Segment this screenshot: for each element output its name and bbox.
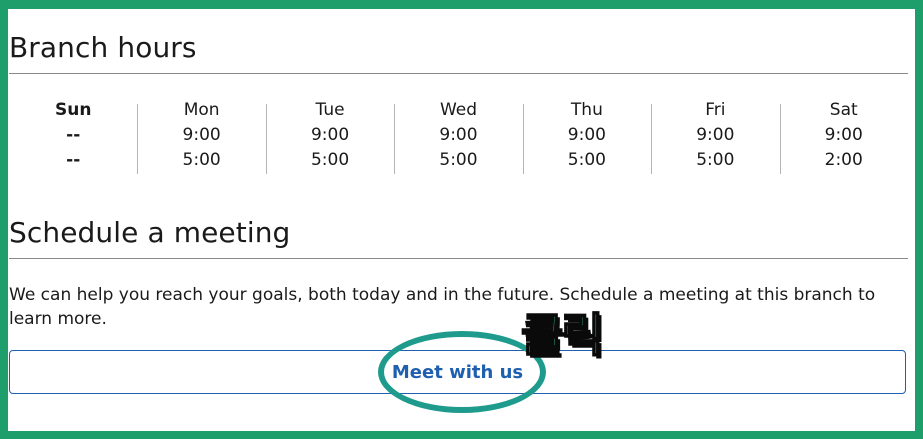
open-time: 9:00	[824, 125, 863, 145]
close-time: 5:00	[310, 150, 350, 170]
day-column-fri: Fri 9:00 5:00	[651, 98, 779, 176]
day-name: Thu	[570, 100, 603, 120]
day-column-sun: Sun -- --	[9, 98, 137, 176]
day-name: Mon	[183, 100, 220, 120]
day-name: Wed	[439, 100, 478, 120]
day-column-mon: Mon 9:00 5:00	[137, 98, 265, 176]
day-column-wed: Wed 9:00 5:00	[394, 98, 522, 176]
day-column-tue: Tue 9:00 5:00	[265, 98, 394, 176]
open-time: 9:00	[310, 125, 350, 145]
open-time: 9:00	[439, 125, 478, 145]
day-name: Fri	[705, 100, 726, 120]
close-time: 5:00	[182, 150, 221, 170]
meet-with-us-button[interactable]: Meet with us	[9, 350, 906, 394]
close-time: 5:00	[567, 150, 606, 170]
day-column-thu: Thu 9:00 5:00	[522, 98, 651, 176]
branch-hours-title: Branch hours	[9, 31, 197, 64]
close-time: 5:00	[696, 150, 735, 170]
hours-table: Sun -- -- Mon 9:00 5:00 Tue 9:00 5:00 We…	[9, 98, 908, 176]
day-name: Sat	[829, 100, 858, 120]
close-time: 5:00	[439, 150, 478, 170]
open-time: --	[66, 125, 81, 145]
meet-with-us-label: Meet with us	[391, 361, 524, 383]
close-time: --	[66, 150, 81, 170]
meeting-description: We can help you reach your goals, both t…	[9, 285, 876, 329]
divider	[9, 73, 908, 74]
schedule-meeting-title: Schedule a meeting	[9, 216, 291, 249]
divider	[9, 258, 908, 259]
day-name: Sun	[54, 100, 92, 120]
day-name: Tue	[315, 100, 345, 120]
open-time: 9:00	[696, 125, 735, 145]
close-time: 2:00	[824, 150, 863, 170]
open-time: 9:00	[567, 125, 606, 145]
day-column-sat: Sat 9:00 2:00	[779, 98, 908, 176]
open-time: 9:00	[182, 125, 221, 145]
